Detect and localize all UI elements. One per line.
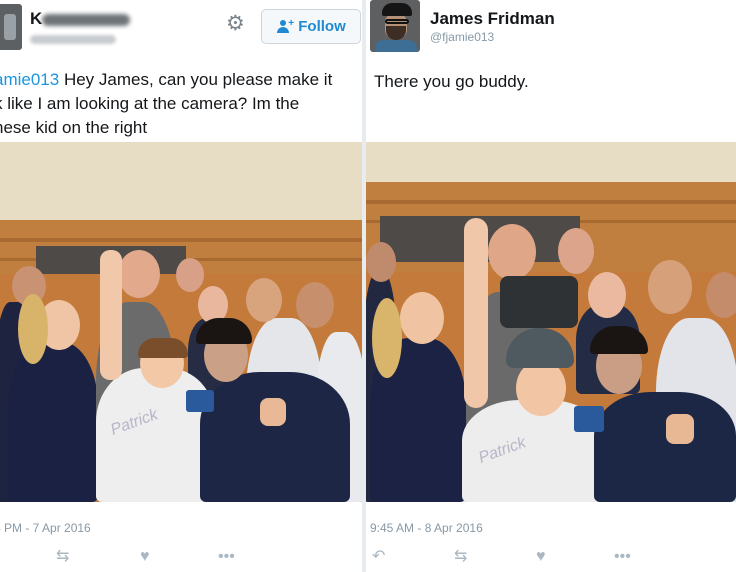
more-icon[interactable]: •••	[614, 548, 631, 566]
retweet-icon[interactable]: ⇆	[454, 548, 467, 566]
author-avatar[interactable]	[370, 0, 420, 52]
follow-button[interactable]: + Follow	[261, 9, 361, 44]
tweet-text: amie013 Hey James, can you please make i…	[0, 68, 362, 140]
tweet-text-line3: nese kid on the right	[0, 118, 148, 137]
timestamp[interactable]: 9:45 AM - 8 Apr 2016	[370, 521, 483, 535]
heart-icon[interactable]: ♥	[536, 548, 546, 566]
mention-link[interactable]: amie013	[0, 70, 59, 89]
blurred-name	[42, 14, 130, 26]
heart-icon[interactable]: ♥	[140, 548, 150, 566]
reply-tweet: James Fridman @fjamie013 There you go bu…	[366, 0, 736, 572]
author-handle[interactable]: @fjamie013	[430, 30, 494, 44]
blurred-handle	[30, 35, 116, 44]
more-icon[interactable]: •••	[218, 548, 235, 566]
tweet-text: There you go buddy.	[374, 72, 529, 91]
retweet-icon[interactable]: ⇆	[56, 548, 69, 566]
author-name[interactable]: James Fridman	[430, 9, 555, 29]
author-name[interactable]: K	[30, 9, 42, 29]
reply-icon[interactable]: ↶	[372, 548, 385, 566]
tweet-photo[interactable]: Patrick	[0, 142, 362, 502]
author-avatar[interactable]	[0, 4, 22, 50]
follow-person-icon: +	[276, 18, 294, 34]
timestamp[interactable]: 4 PM - 7 Apr 2016	[0, 521, 91, 535]
tweet-text-line2: k like I am looking at the camera? Im th…	[0, 94, 300, 113]
follow-label: Follow	[298, 18, 346, 35]
original-tweet: K ⚙ + Follow amie013 Hey James, can you …	[0, 0, 362, 572]
tweet-text-line1: Hey James, can you please make it	[59, 70, 333, 89]
tweet-photo[interactable]: Patrick	[366, 142, 736, 502]
gear-icon[interactable]: ⚙	[226, 12, 245, 36]
